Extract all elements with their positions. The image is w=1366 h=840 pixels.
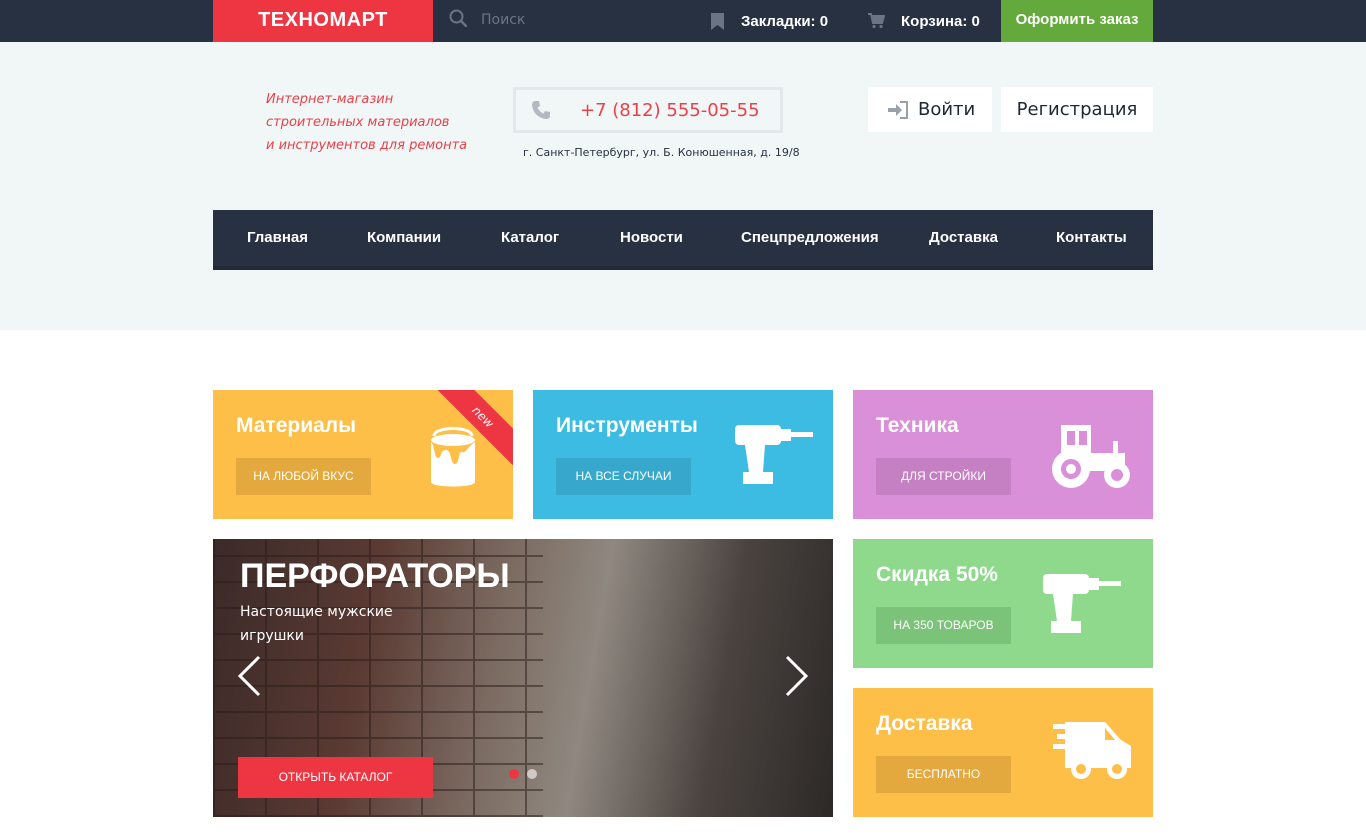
nav-item-contacts[interactable]: Контакты bbox=[1056, 210, 1127, 266]
login-icon bbox=[888, 100, 908, 119]
cart-link[interactable]: Корзина: 0 bbox=[868, 0, 980, 42]
login-label: Войти bbox=[918, 99, 976, 120]
bookmark-icon bbox=[710, 12, 725, 30]
bookmarks-label: Закладки: 0 bbox=[741, 12, 829, 30]
logo[interactable]: ТЕХНОМАРТ bbox=[213, 0, 433, 47]
chevron-left-icon bbox=[237, 655, 261, 697]
login-button[interactable]: Войти bbox=[868, 87, 992, 132]
promo-slider: ПЕРФОРАТОРЫ Настоящие мужские игрушки От… bbox=[213, 539, 833, 817]
address: г. Санкт-Петербург, ул. Б. Конюшенная, д… bbox=[523, 146, 800, 159]
tile-title: Материалы bbox=[236, 414, 357, 437]
phone-icon bbox=[531, 100, 551, 120]
tile-title: Техника bbox=[876, 414, 959, 437]
nav-item-special-offers[interactable]: Спецпредложения bbox=[741, 210, 879, 266]
nav-item-home[interactable]: Главная bbox=[247, 210, 308, 266]
search-icon bbox=[449, 9, 468, 31]
slider-dot[interactable] bbox=[527, 769, 537, 779]
slider-dot[interactable] bbox=[509, 769, 519, 779]
tile-button[interactable]: Бесплатно bbox=[876, 756, 1011, 793]
tile-tools[interactable]: Инструменты На все случаи bbox=[533, 390, 833, 519]
tile-button[interactable]: На все случаи bbox=[556, 458, 691, 495]
tile-delivery[interactable]: Доставка Бесплатно bbox=[853, 688, 1153, 817]
drill-icon bbox=[735, 425, 813, 484]
tile-title: Скидка 50% bbox=[876, 563, 998, 586]
search-input[interactable] bbox=[481, 12, 681, 28]
cart-label: Корзина: 0 bbox=[901, 12, 980, 30]
bookmarks-link[interactable]: Закладки: 0 bbox=[710, 0, 828, 42]
tile-button[interactable]: На любой вкус bbox=[236, 458, 371, 495]
register-button[interactable]: Регистрация bbox=[1001, 87, 1153, 132]
tractor-icon bbox=[1052, 425, 1130, 488]
chevron-right-icon bbox=[785, 655, 809, 697]
tile-button[interactable]: На 350 товаров bbox=[876, 607, 1011, 644]
tile-title: Инструменты bbox=[556, 414, 698, 437]
top-bar: ТЕХНОМАРТ Закладки: 0 Корзина: 0 Оформит… bbox=[0, 0, 1366, 47]
nav-item-news[interactable]: Новости bbox=[620, 210, 683, 266]
tile-discount[interactable]: Скидка 50% На 350 товаров bbox=[853, 539, 1153, 668]
cart-icon bbox=[868, 13, 885, 29]
phone-box: +7 (812) 555-05-55 bbox=[513, 87, 783, 133]
open-catalog-button[interactable]: Открыть каталог bbox=[238, 757, 433, 798]
delivery-truck-icon bbox=[1053, 722, 1131, 779]
checkout-button[interactable]: Оформить заказ bbox=[1001, 0, 1153, 42]
main-nav: Главная Компании Каталог Новости Спецпре… bbox=[213, 210, 1153, 270]
slogan-line: и инструментов для ремонта bbox=[266, 138, 468, 153]
tile-materials[interactable]: new Материалы На любой вкус bbox=[213, 390, 513, 519]
nav-item-catalog[interactable]: Каталог bbox=[501, 210, 559, 266]
slogan: Интернет-магазин строительных материалов… bbox=[266, 88, 467, 157]
tile-button[interactable]: Для стройки bbox=[876, 458, 1011, 495]
slogan-line: Интернет-магазин bbox=[266, 92, 394, 107]
paint-bucket-icon bbox=[431, 427, 475, 487]
drill-icon bbox=[1043, 574, 1121, 633]
slider-next-arrow[interactable] bbox=[785, 655, 815, 697]
search bbox=[449, 9, 681, 31]
slider-prev-arrow[interactable] bbox=[237, 655, 267, 697]
tile-title: Доставка bbox=[876, 712, 973, 735]
nav-item-delivery[interactable]: Доставка bbox=[929, 210, 998, 266]
slide-title: ПЕРФОРАТОРЫ bbox=[240, 557, 510, 595]
tile-machinery[interactable]: Техника Для стройки bbox=[853, 390, 1153, 519]
header bbox=[0, 42, 1366, 330]
phone-number[interactable]: +7 (812) 555-05-55 bbox=[580, 100, 760, 121]
slider-dots bbox=[509, 769, 537, 779]
slide-subtitle: Настоящие мужские игрушки bbox=[240, 604, 393, 644]
slogan-line: строительных материалов bbox=[266, 115, 450, 130]
nav-item-companies[interactable]: Компании bbox=[367, 210, 441, 266]
